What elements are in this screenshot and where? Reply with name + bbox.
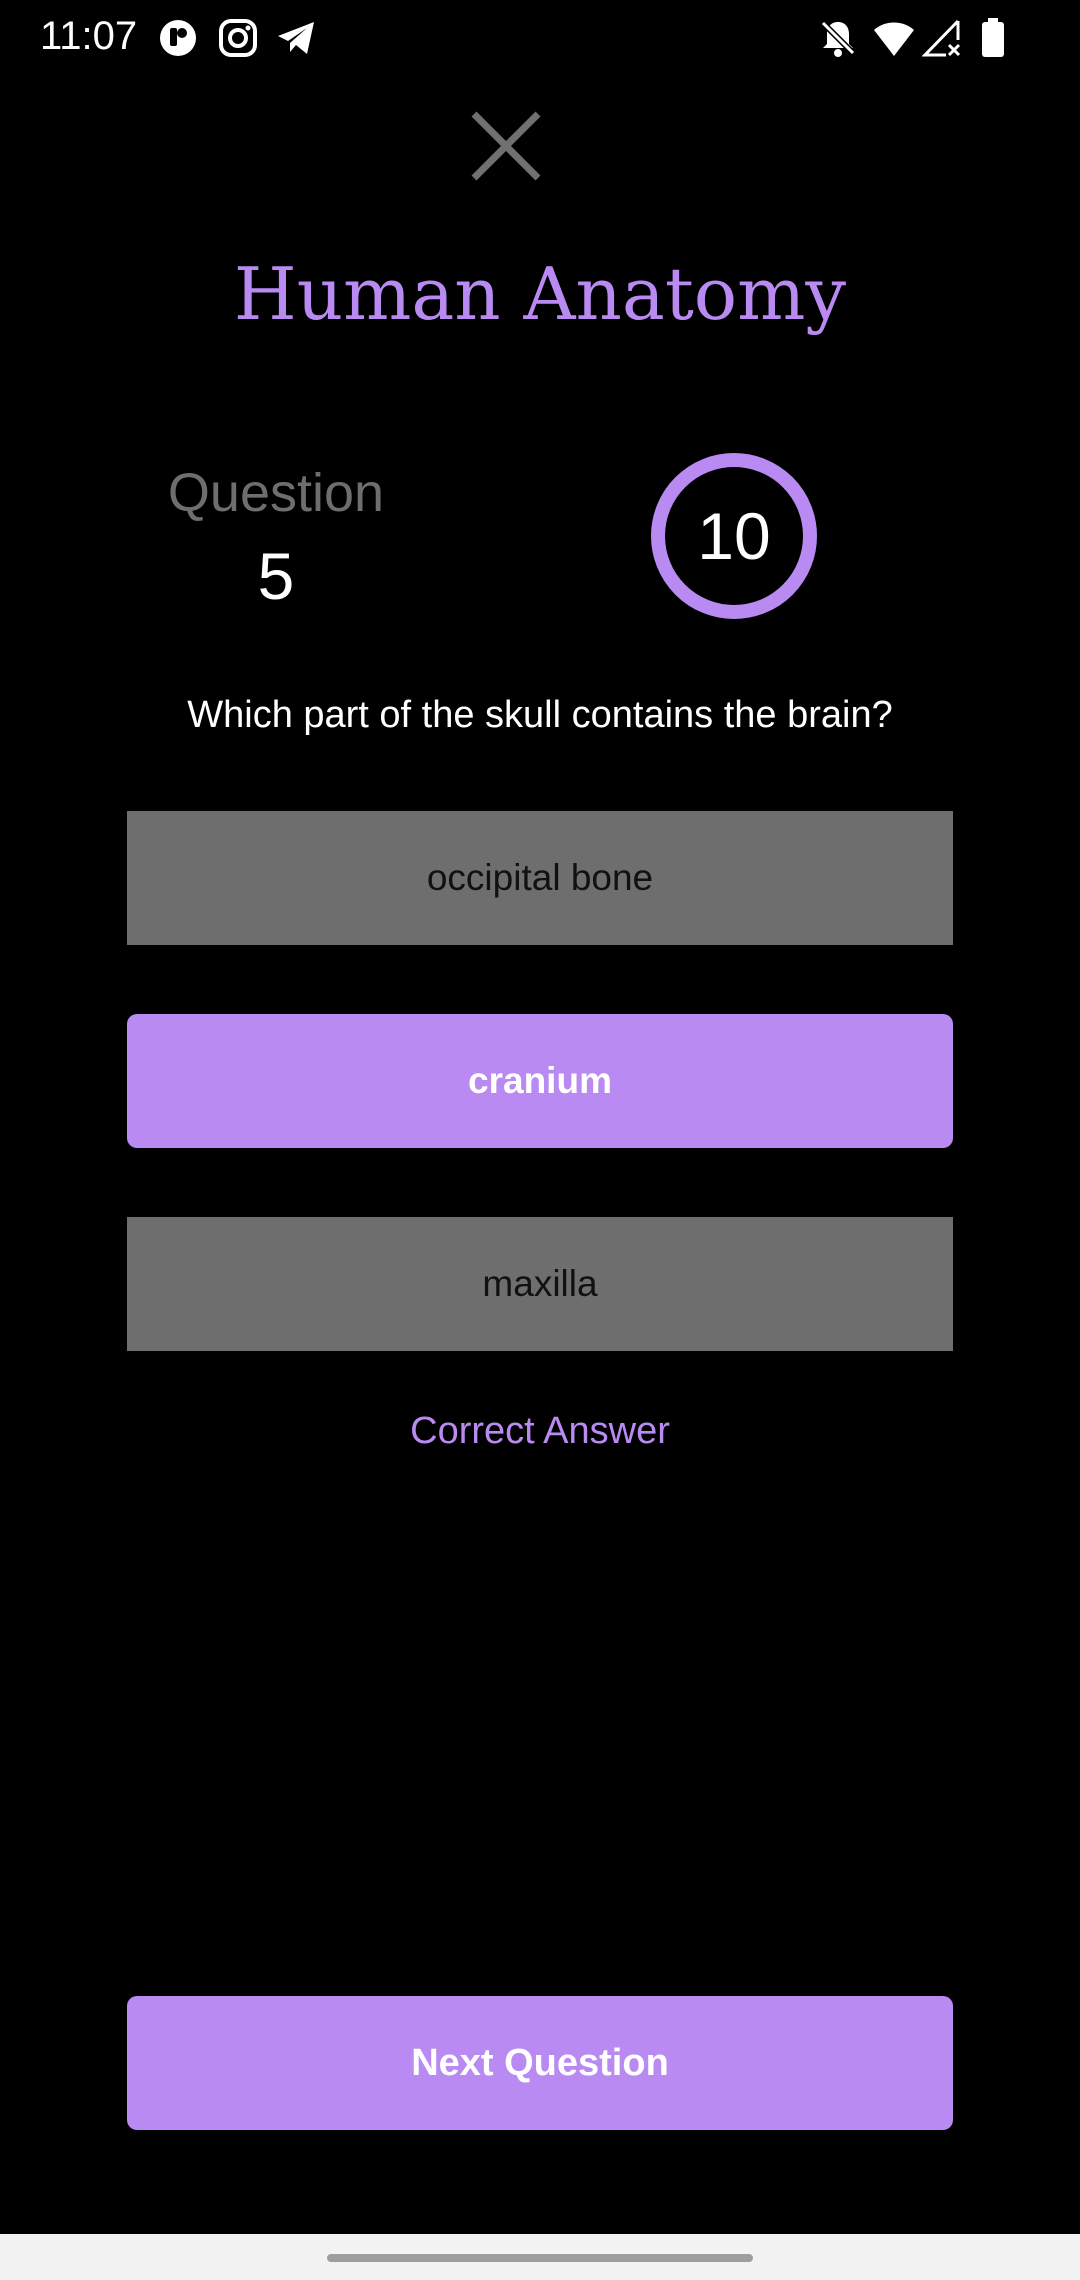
answer-label: occipital bone	[426, 857, 654, 898]
close-button[interactable]	[464, 106, 548, 190]
navigation-bar	[0, 2234, 1080, 2280]
battery-icon	[980, 18, 1006, 62]
next-question-button[interactable]: Next Question	[127, 1996, 953, 2130]
question-number: 5	[257, 539, 295, 613]
page-title: Human Anatomy	[233, 252, 847, 336]
instagram-icon	[218, 18, 258, 62]
signal-icon	[921, 18, 962, 62]
status-time: 11:07	[40, 14, 138, 58]
home-gesture-handle[interactable]	[327, 2254, 753, 2262]
answer-option-maxilla[interactable]: maxilla	[127, 1217, 953, 1351]
app-notification-icon	[158, 18, 198, 62]
answer-option-occipital-bone[interactable]: occipital bone	[127, 811, 953, 945]
answer-label: maxilla	[482, 1263, 598, 1304]
wifi-icon	[872, 18, 916, 62]
countdown-timer: 10	[651, 453, 817, 619]
status-bar: 11:07	[0, 0, 1080, 76]
close-icon	[470, 110, 542, 186]
telegram-icon	[276, 18, 318, 62]
question-label: Question	[167, 463, 385, 523]
timer-value: 10	[697, 499, 771, 573]
do-not-disturb-icon	[818, 18, 858, 62]
answer-feedback: Correct Answer	[410, 1410, 670, 1452]
answer-option-cranium[interactable]: cranium	[127, 1014, 953, 1148]
question-text: Which part of the skull contains the bra…	[187, 694, 893, 736]
next-question-label: Next Question	[411, 2041, 669, 2084]
answer-label: cranium	[468, 1060, 612, 1101]
